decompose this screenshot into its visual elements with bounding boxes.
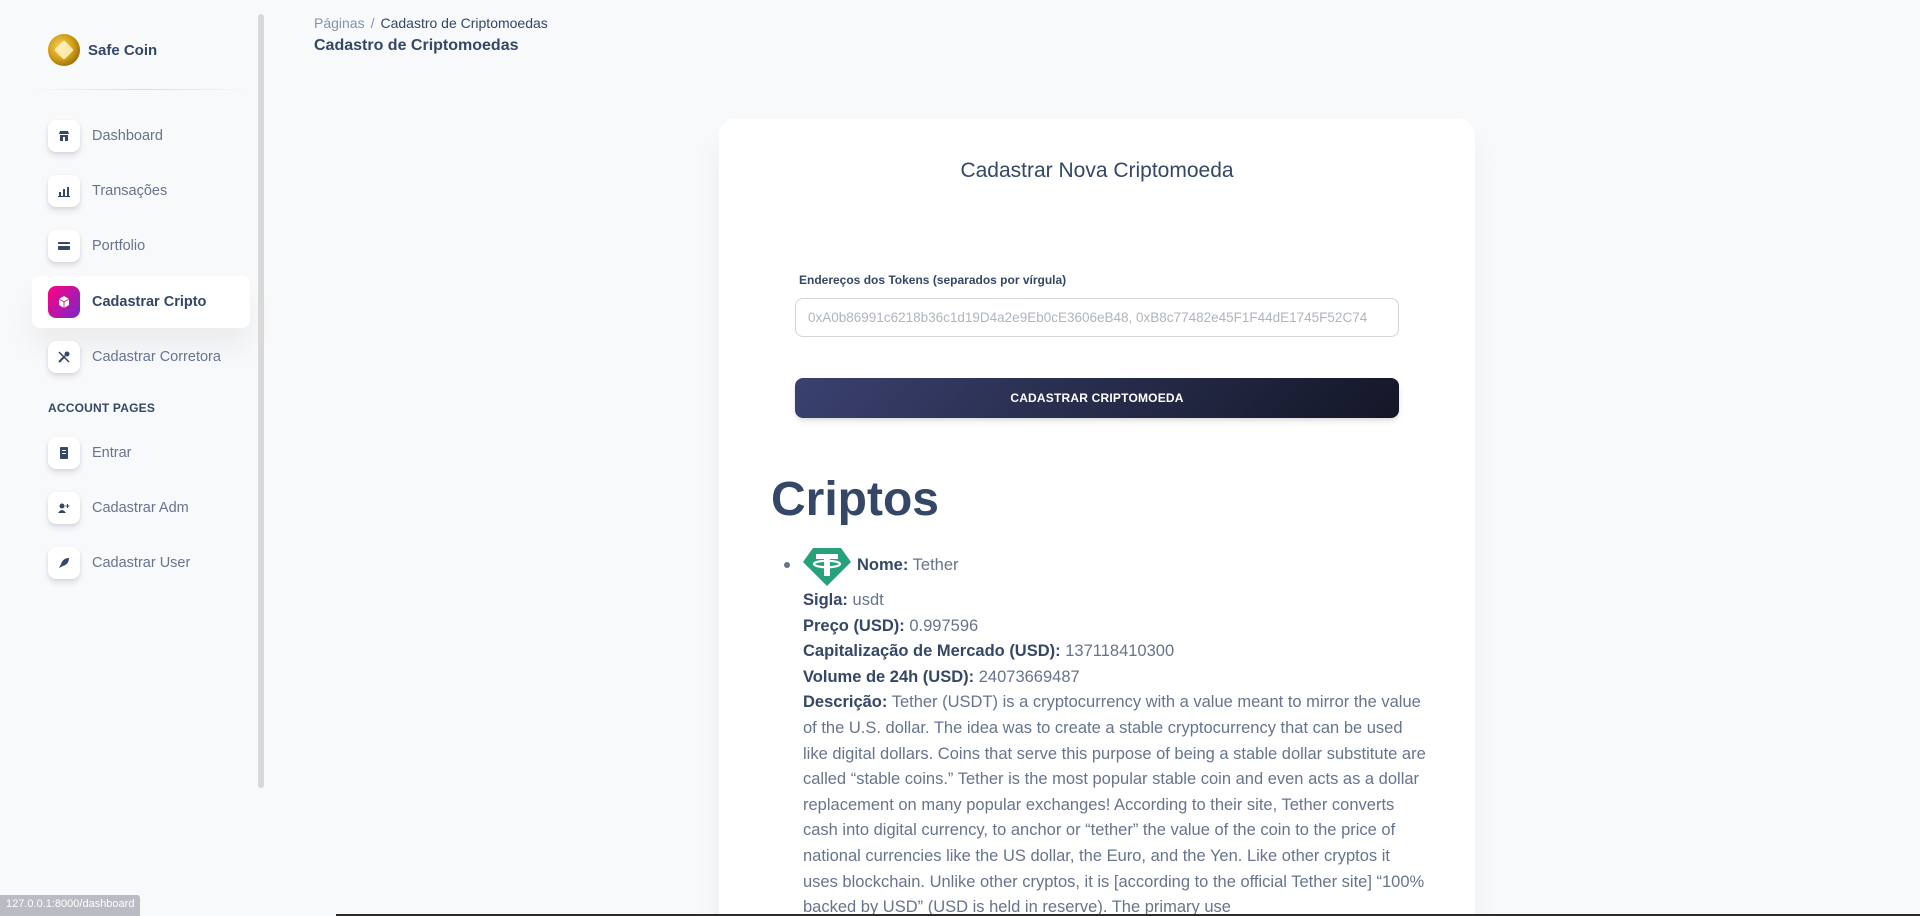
crypto-market-cap: Capitalização de Mercado (USD): 13711841…	[803, 639, 1443, 665]
crypto-description: Descrição: Tether (USDT) is a cryptocurr…	[803, 690, 1427, 916]
page-title: Cadastro de Criptomoedas	[314, 37, 519, 54]
bullet-icon	[784, 562, 790, 568]
sidebar-item-transacoes[interactable]: Transações	[32, 165, 250, 217]
sidebar-item-label: Transações	[92, 183, 168, 199]
breadcrumb-separator: /	[370, 15, 375, 31]
sidebar-item-cadastrar-cripto[interactable]: Cadastrar Cripto	[32, 276, 250, 328]
crypto-name: Nome: Tether	[857, 553, 959, 579]
form-title: Cadastrar Nova Criptomoeda	[960, 159, 1234, 182]
crypto-name-label: Nome:	[857, 556, 909, 575]
tokens-input[interactable]	[795, 298, 1399, 337]
sidebar-item-label: Dashboard	[92, 128, 163, 144]
crypto-description-label: Descrição:	[803, 693, 888, 712]
crypto-symbol-value: usdt	[852, 591, 884, 609]
tools-icon	[48, 341, 80, 373]
crypto-volume-label: Volume de 24h (USD):	[803, 667, 975, 686]
shop-icon	[48, 120, 80, 152]
brand[interactable]: Safe Coin	[48, 34, 157, 66]
crypto-price-label: Preço (USD):	[803, 616, 905, 635]
document-icon	[48, 437, 80, 469]
section-title-account-pages: ACCOUNT PAGES	[48, 401, 156, 415]
breadcrumb-current: Cadastro de Criptomoedas	[380, 15, 548, 31]
chart-icon	[48, 175, 80, 207]
breadcrumb-root[interactable]: Páginas	[314, 15, 365, 31]
crypto-name-value: Tether	[912, 556, 959, 575]
sidebar-item-label: Portfolio	[92, 238, 146, 254]
sidebar-item-dashboard[interactable]: Dashboard	[32, 110, 250, 162]
sidebar: Safe Coin Dashboard Transações Portfolio…	[0, 0, 264, 786]
sidebar-item-label: Cadastrar User	[92, 555, 191, 571]
crypto-price: Preço (USD): 0.997596	[803, 614, 1443, 640]
sidebar-item-label: Cadastrar Cripto	[92, 294, 207, 310]
crypto-market-cap-label: Capitalização de Mercado (USD):	[803, 642, 1061, 661]
sidebar-item-label: Entrar	[92, 445, 132, 461]
crypto-price-value: 0.997596	[909, 616, 979, 635]
tether-logo-icon	[803, 546, 851, 586]
cryptos-heading: Criptos	[771, 473, 939, 526]
sidebar-item-portfolio[interactable]: Portfolio	[32, 220, 250, 272]
cube-icon	[48, 286, 80, 318]
crypto-volume: Volume de 24h (USD): 24073669487	[803, 665, 1443, 691]
list-item: Nome: Tether Sigla: usdt Preço (USD): 0.…	[784, 546, 1443, 916]
tokens-field-label: Endereços dos Tokens (separados por vírg…	[799, 273, 1067, 287]
crypto-symbol-label: Sigla:	[803, 591, 848, 609]
rocket-icon	[48, 547, 80, 579]
crypto-volume-value: 24073669487	[978, 667, 1080, 686]
crypto-market-cap-value: 137118410300	[1065, 642, 1175, 661]
safe-coin-logo-icon	[48, 34, 80, 66]
sidebar-item-cadastrar-adm[interactable]: Cadastrar Adm	[32, 482, 250, 534]
crypto-form-card: Cadastrar Nova Criptomoeda Endereços dos…	[719, 119, 1475, 916]
user-add-icon	[48, 492, 80, 524]
crypto-symbol: Sigla: usdt	[803, 588, 1443, 614]
sidebar-item-label: Cadastrar Corretora	[92, 349, 221, 365]
sidebar-item-cadastrar-user[interactable]: Cadastrar User	[32, 537, 250, 589]
status-bar-url: 127.0.0.1:8000/dashboard	[0, 895, 141, 916]
sidebar-item-cadastrar-corretora[interactable]: Cadastrar Corretora	[32, 331, 250, 383]
sidebar-item-entrar[interactable]: Entrar	[32, 427, 250, 479]
breadcrumb: Páginas / Cadastro de Criptomoedas	[314, 15, 548, 31]
divider	[32, 89, 252, 90]
sidebar-scrollbar[interactable]	[258, 14, 264, 788]
sidebar-item-label: Cadastrar Adm	[92, 500, 189, 516]
crypto-list: Nome: Tether Sigla: usdt Preço (USD): 0.…	[784, 546, 1443, 916]
brand-name: Safe Coin	[88, 41, 158, 59]
credit-card-icon	[48, 230, 80, 262]
submit-button[interactable]: CADASTRAR CRIPTOMOEDA	[795, 378, 1399, 418]
crypto-description-value: Tether (USDT) is a cryptocurrency with a…	[803, 693, 1426, 916]
